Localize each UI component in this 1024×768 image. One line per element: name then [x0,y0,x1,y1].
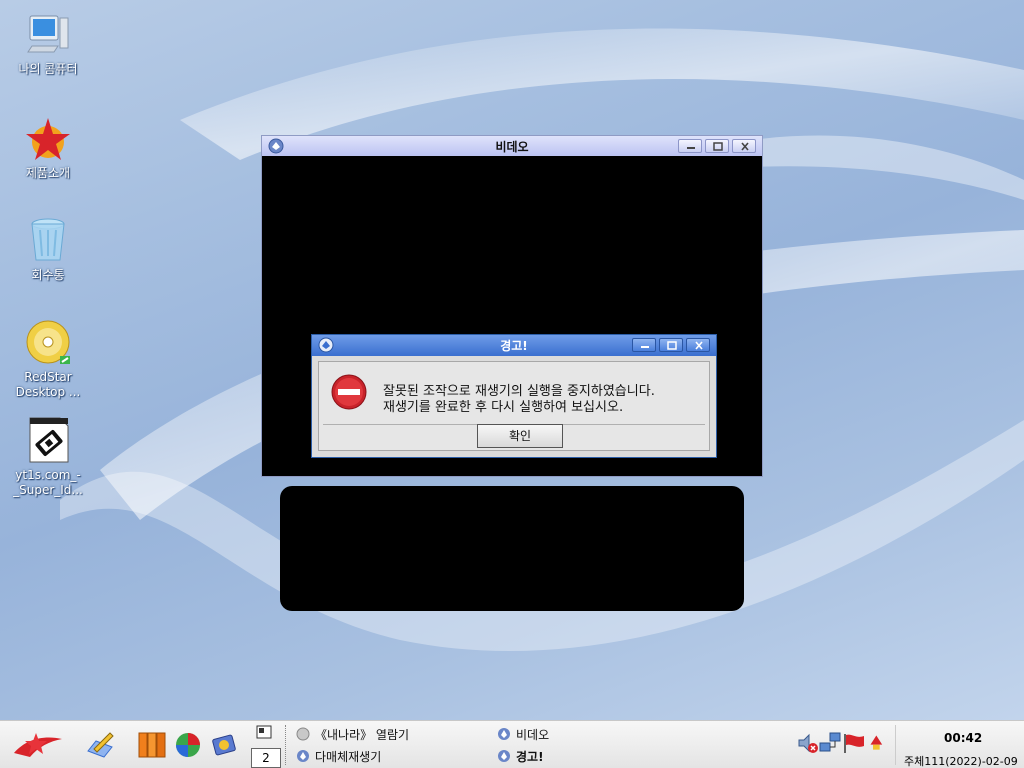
maximize-icon [667,341,677,350]
task-alert[interactable]: 경고! [497,746,544,766]
desktop-icon-label: 회수통 [31,268,65,282]
window-title: 비데오 [495,139,529,154]
clock[interactable]: 00:42 [944,731,982,745]
network-icon[interactable] [818,731,842,755]
desktop-icon-label: 나의 콤퓨터 [18,62,78,76]
flag-icon[interactable] [842,731,866,755]
text-editor-icon[interactable] [84,729,116,761]
taskbar: 2 《내나라》 열람기 비데오 다매체재생기 경고! [0,720,1024,768]
desktop-icon-redstar-desktop[interactable]: RedStar Desktop ... [0,318,96,400]
app-icon [498,750,510,762]
dialog-message-line1: 잘못된 조작으로 재생기의 실행을 중지하였습니다. [383,384,655,399]
globe-icon[interactable] [172,729,204,761]
desktop-icon-label: RedStar Desktop ... [15,370,81,399]
volume-muted-icon[interactable] [796,731,820,755]
computer-icon [24,10,72,58]
minimize-icon [687,147,695,149]
ok-button[interactable]: 확인 [477,424,563,448]
minimize-icon [641,346,649,348]
trash-bin-icon [24,216,72,264]
desktop: 나의 콤퓨터 제품소개 회수통 RedStar Desktop ... yt1s… [0,0,1024,720]
file-manager-icon[interactable] [136,729,168,761]
workspace-icon[interactable] [256,725,272,739]
close-icon [695,341,703,350]
task-label: 비데오 [516,727,550,742]
close-button[interactable] [686,338,710,352]
task-list-divider [285,725,286,765]
app-icon [498,728,510,740]
stop-icon [331,374,367,410]
media-player-icon[interactable] [208,729,240,761]
close-icon [741,142,749,151]
workspace-switcher[interactable]: 2 [251,748,281,768]
desktop-icon-product-intro[interactable]: 제품소개 [0,114,96,181]
date[interactable]: 주체111(2022)-02-09 [904,753,1018,768]
dialog-message-line2: 재생기를 완료한 후 다시 실행하여 보십시오. [383,400,624,415]
maximize-button[interactable] [659,338,683,352]
red-star-icon [24,114,72,162]
minimize-button[interactable] [678,139,702,153]
start-menu-icon[interactable] [10,729,66,761]
desktop-icon-label: yt1s.com_-_Super_Id... [13,468,83,497]
task-label: 다매체재생기 [315,749,382,764]
task-multimedia-player[interactable]: 다매체재생기 [296,746,381,766]
dialog-body: 잘못된 조작으로 재생기의 실행을 중지하였습니다. 재생기를 완료한 후 다시… [318,361,710,451]
video-window-titlebar[interactable]: 비데오 [262,136,762,156]
close-button[interactable] [732,139,756,153]
tray-divider [895,725,896,765]
alert-dialog-titlebar[interactable]: 경고! [312,335,716,356]
desktop-icon-my-computer[interactable]: 나의 콤퓨터 [0,10,96,77]
task-browser[interactable]: 《내나라》 열람기 [296,724,409,744]
maximize-icon [713,142,723,151]
desktop-icon-label: 제품소개 [25,166,71,180]
browser-icon [296,727,310,741]
app-icon [268,138,284,154]
maximize-button[interactable] [705,139,729,153]
notification-icon[interactable] [868,731,888,755]
app-icon [297,750,309,762]
video-overlay[interactable] [280,486,744,611]
task-label: 《내나라》 열람기 [315,727,410,742]
alert-dialog[interactable]: 경고! 잘못된 조작으로 재생기의 실행을 중지하였습니다. 재생기를 완료한 … [311,334,717,458]
dialog-title: 경고! [500,339,528,353]
task-video[interactable]: 비데오 [497,724,549,744]
video-file-icon [24,416,72,464]
disc-icon [24,318,72,366]
desktop-icon-video-file[interactable]: yt1s.com_-_Super_Id... [0,416,96,498]
task-label: 경고! [516,749,544,764]
app-icon [318,337,334,353]
minimize-button[interactable] [632,338,656,352]
desktop-icon-trash[interactable]: 회수통 [0,216,96,283]
